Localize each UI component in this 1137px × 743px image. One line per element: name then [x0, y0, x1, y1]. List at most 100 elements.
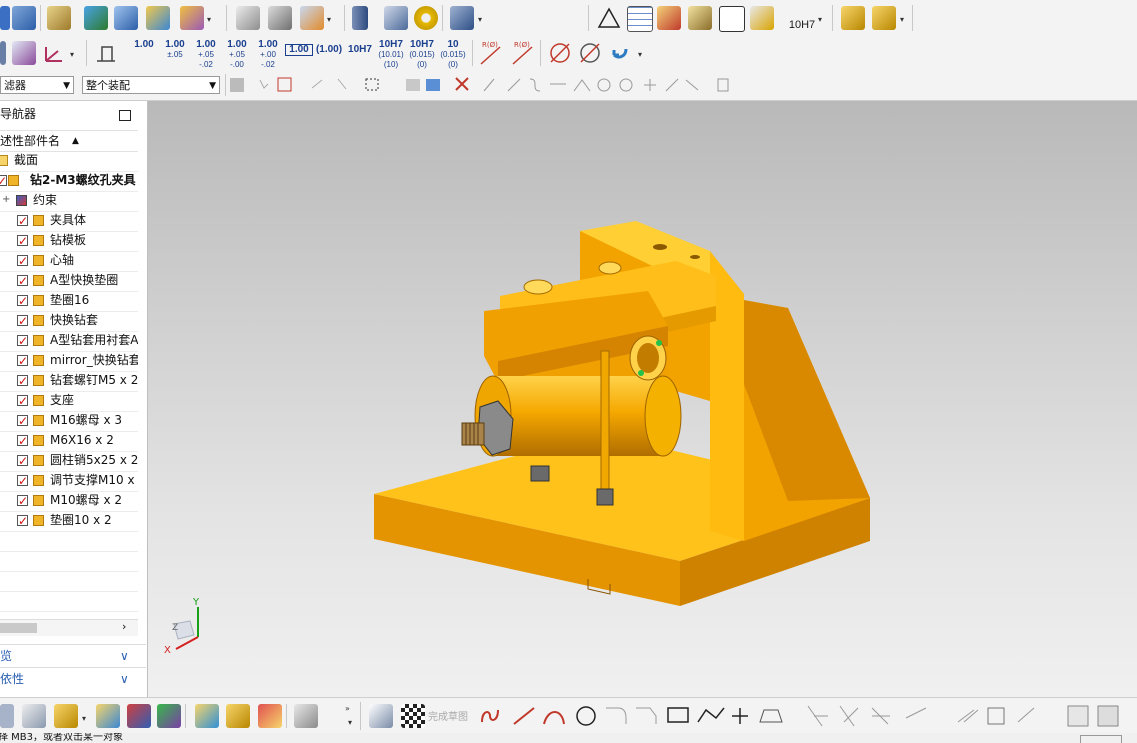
radius-dimension-icon[interactable]: R(Ø)	[478, 41, 504, 67]
adjust-support[interactable]	[600, 350, 610, 492]
visibility-checkbox[interactable]	[17, 432, 28, 451]
horizontal-scrollbar[interactable]: ›	[0, 619, 138, 636]
tree-row[interactable]: 夹具体	[0, 211, 138, 232]
sketch-curve-icon[interactable]	[236, 6, 260, 30]
tree-row[interactable]: 圆柱销5x25 x 2	[0, 451, 138, 472]
visibility-checkbox[interactable]	[17, 252, 28, 271]
column-header[interactable]: 描述性部件名 ▲	[0, 130, 138, 152]
tree-row[interactable]: A型钻套用衬套A	[0, 331, 138, 352]
tolerance-fit[interactable]: 10H7	[346, 45, 374, 55]
tolerance-symmetric[interactable]: 1.00 ±.05	[161, 40, 189, 60]
box-assembly-icon[interactable]	[841, 6, 865, 30]
tree-row[interactable]: mirror_快换钻套	[0, 351, 138, 372]
assembly-edit-icon[interactable]	[12, 6, 36, 30]
new-component-icon[interactable]	[96, 704, 120, 728]
visibility-checkbox[interactable]	[17, 452, 28, 471]
tree-row[interactable]: M16螺母 x 3	[0, 411, 138, 432]
grid-icon[interactable]	[657, 6, 681, 30]
visibility-checkbox[interactable]	[17, 352, 28, 371]
tolerance-unilateral-minus[interactable]: 1.00 +.00 -.02	[254, 40, 282, 70]
maximize-icon[interactable]	[119, 110, 131, 121]
tree-row[interactable]: 支座	[0, 391, 138, 412]
chevron-down-icon[interactable]: ∨	[120, 668, 129, 690]
tree-row[interactable]: + 约束	[0, 191, 138, 212]
tolerance-nominal[interactable]: 1.00	[130, 40, 158, 50]
visibility-checkbox[interactable]	[17, 512, 28, 531]
tolerance-bilateral[interactable]: 1.00 +.05 -.02	[192, 40, 220, 70]
selection-scope-select[interactable]: 整个装配 ▼	[82, 76, 220, 94]
table-icon[interactable]	[627, 6, 653, 32]
visibility-checkbox[interactable]	[0, 172, 7, 191]
hole-diameter-icon[interactable]	[578, 41, 602, 65]
mandrel-body[interactable]	[493, 376, 663, 456]
undo-arrow-icon[interactable]	[608, 41, 632, 65]
move-component-icon[interactable]	[84, 6, 108, 30]
dependency-panel[interactable]: 相依性 ∨	[0, 667, 146, 690]
visibility-checkbox[interactable]	[17, 372, 28, 391]
visibility-checkbox[interactable]	[17, 312, 28, 331]
fixture-model[interactable]	[148, 101, 1137, 697]
tolerance-deviation[interactable]: 10 (0.015) (0)	[439, 40, 467, 70]
chevron-down-icon[interactable]: ∨	[120, 645, 129, 667]
radius-leader-icon[interactable]: R(Ø)	[510, 41, 536, 67]
type-filter-select[interactable]: 滤器 ▼	[0, 76, 74, 94]
mark-icon[interactable]	[0, 41, 6, 65]
tree-row[interactable]: 快换钻套	[0, 311, 138, 332]
tolerance-unilateral-plus[interactable]: 1.00 +.05 -.00	[223, 40, 251, 70]
parts-assembly-icon[interactable]	[872, 6, 896, 30]
surface-icon[interactable]	[268, 6, 292, 30]
visibility-checkbox[interactable]	[17, 492, 28, 511]
mirror-assembly-icon[interactable]	[114, 6, 138, 30]
visibility-checkbox[interactable]	[17, 332, 28, 351]
sketch-icon[interactable]	[369, 704, 393, 728]
tree-row[interactable]: A型快换垫圈	[0, 271, 138, 292]
explode-icon[interactable]	[195, 704, 219, 728]
wave-linker-icon[interactable]	[180, 6, 204, 30]
scroll-right-icon[interactable]: ›	[122, 620, 126, 633]
tolerance-reference[interactable]: (1.00)	[314, 45, 344, 55]
visibility-checkbox[interactable]	[17, 392, 28, 411]
visibility-checkbox[interactable]	[17, 212, 28, 231]
scrollbar-thumb[interactable]	[0, 623, 37, 633]
note-icon[interactable]	[719, 6, 745, 32]
washer-icon[interactable]	[414, 6, 438, 30]
tolerance-fit-deviation[interactable]: 10H7 (0.015) (0)	[408, 40, 436, 70]
view-cube-icon[interactable]	[0, 704, 14, 728]
tree-row[interactable]: 钻模板	[0, 231, 138, 252]
finish-sketch-icon[interactable]	[401, 704, 425, 728]
visibility-checkbox[interactable]	[17, 292, 28, 311]
visibility-checkbox[interactable]	[17, 472, 28, 491]
add-component-icon[interactable]	[54, 704, 78, 728]
tree-row[interactable]: 心轴	[0, 251, 138, 272]
triangle-icon[interactable]	[597, 6, 621, 30]
brush-icon[interactable]	[750, 6, 774, 30]
tree-row[interactable]: M10螺母 x 2	[0, 491, 138, 512]
sequence-icon[interactable]	[226, 704, 250, 728]
finish-sketch-label[interactable]: 完成草图	[428, 708, 468, 723]
visibility-checkbox[interactable]	[17, 232, 28, 251]
datum-csys-icon[interactable]	[42, 41, 66, 65]
diameter-icon[interactable]	[548, 41, 572, 65]
spring-icon[interactable]	[352, 6, 368, 30]
align-icon[interactable]	[157, 704, 181, 728]
sort-up-icon[interactable]: ▲	[72, 131, 79, 151]
baseline-dimension-icon[interactable]	[94, 41, 118, 65]
bolt-icon[interactable]	[450, 6, 474, 30]
constraint-icon[interactable]	[127, 704, 151, 728]
tree-row[interactable]: 钻2-M3螺纹孔夹具	[0, 171, 138, 192]
tree-row[interactable]: M6X16 x 2	[0, 431, 138, 452]
drafting-icon[interactable]	[300, 6, 324, 30]
graphics-window[interactable]: Y Z X	[148, 101, 1137, 697]
tolerance-basic[interactable]: 1.00	[285, 44, 313, 56]
view-triad[interactable]: Y Z X	[164, 597, 208, 657]
tree-row[interactable]: 钻套螺钉M5 x 2	[0, 371, 138, 392]
visibility-checkbox[interactable]	[17, 272, 28, 291]
tree-row[interactable]: 垫圈16	[0, 291, 138, 312]
palette-icon[interactable]	[688, 6, 712, 30]
visibility-checkbox[interactable]	[17, 412, 28, 431]
tree-row[interactable]: 截面	[0, 151, 138, 172]
expand-icon[interactable]: +	[2, 191, 10, 209]
replace-component-icon[interactable]	[146, 6, 170, 30]
spreadsheet-icon[interactable]	[12, 41, 36, 65]
tolerance-fit-limits[interactable]: 10H7 (10.01) (10)	[377, 40, 405, 70]
